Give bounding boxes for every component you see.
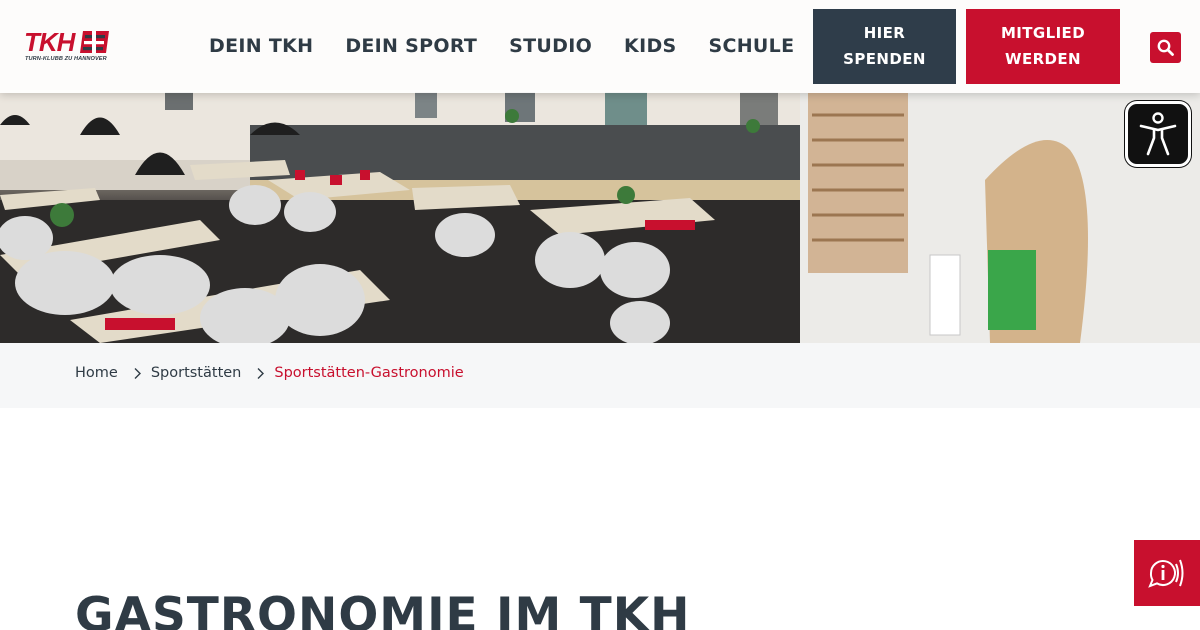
chevron-right-icon (134, 367, 141, 379)
tkh-logo[interactable]: TKH TURN-KLUBB ZU HANNOVER (24, 28, 114, 66)
accessibility-icon (1139, 112, 1177, 156)
page-title: GASTRONOMIE IM TKH (75, 588, 691, 630)
breadcrumb-home[interactable]: Home (75, 365, 118, 381)
nav-item-dein-tkh[interactable]: DEIN TKH (193, 33, 329, 59)
info-speech-icon (1148, 559, 1184, 588)
donate-button-line2: SPENDEN (843, 50, 926, 68)
become-member-button[interactable]: MITGLIED WERDEN (966, 9, 1120, 84)
info-button[interactable] (1134, 540, 1200, 606)
breadcrumb-bar: Home Sportstätten Sportstätten-Gastronom… (0, 343, 1200, 408)
breadcrumb-current: Sportstätten-Gastronomie (274, 365, 464, 381)
nav-item-schule[interactable]: SCHULE (693, 33, 811, 59)
nav-item-dein-sport[interactable]: DEIN SPORT (329, 33, 493, 59)
breadcrumb-sportstaetten[interactable]: Sportstätten (151, 365, 242, 381)
donate-button[interactable]: HIER SPENDEN (813, 9, 956, 84)
donate-button-line1: HIER (863, 24, 906, 42)
chevron-right-icon (257, 367, 265, 379)
logo-subtitle: TURN-KLUBB ZU HANNOVER (25, 56, 107, 62)
breadcrumb: Home Sportstätten Sportstätten-Gastronom… (75, 365, 464, 381)
member-button-line1: MITGLIED (1000, 24, 1086, 42)
site-header: TKH TURN-KLUBB ZU HANNOVER DEIN TKH DEIN… (0, 0, 1200, 93)
nav-item-studio[interactable]: STUDIO (493, 33, 608, 59)
search-button[interactable] (1150, 32, 1181, 63)
logo-wordmark: TKH (24, 27, 75, 57)
nav-item-kids[interactable]: KIDS (608, 33, 692, 59)
member-button-line2: WERDEN (1005, 50, 1081, 68)
main-navigation: DEIN TKH DEIN SPORT STUDIO KIDS SCHULE (193, 33, 810, 59)
logo-flag-icon (80, 31, 109, 53)
search-icon (1157, 39, 1174, 56)
accessibility-button[interactable] (1125, 101, 1191, 167)
